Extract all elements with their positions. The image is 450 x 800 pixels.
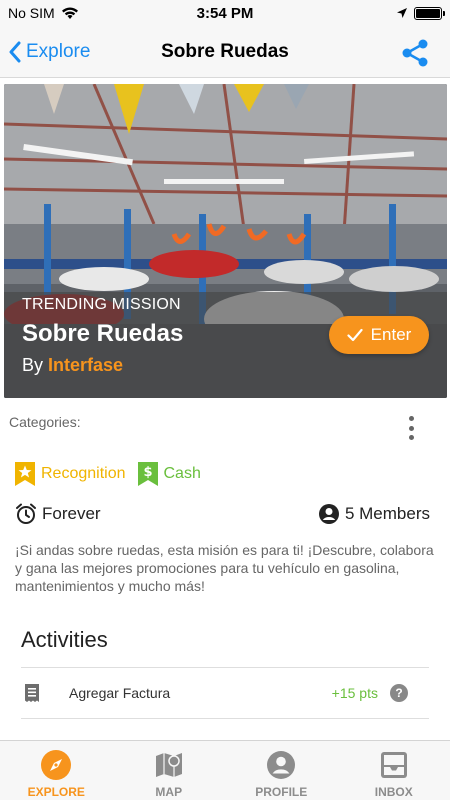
activity-points: +15 pts bbox=[331, 685, 378, 701]
members-info[interactable]: 5 Members bbox=[318, 503, 430, 525]
checkmark-icon bbox=[347, 328, 363, 342]
divider bbox=[21, 667, 429, 668]
more-options-button[interactable] bbox=[404, 414, 418, 442]
status-left: No SIM bbox=[8, 5, 79, 21]
status-right bbox=[396, 6, 445, 20]
tab-map-label: MAP bbox=[155, 785, 183, 799]
more-dot-icon bbox=[408, 416, 414, 421]
svg-text:$: $ bbox=[143, 465, 152, 480]
mission-kicker: TRENDING MISSION bbox=[22, 296, 181, 313]
members-label: 5 Members bbox=[344, 504, 430, 523]
category-tags: Recognition $ Cash bbox=[15, 462, 201, 486]
battery-icon bbox=[414, 6, 445, 20]
tab-explore-label: EXPLORE bbox=[27, 785, 85, 799]
divider bbox=[21, 718, 429, 719]
enter-label: Enter bbox=[370, 325, 412, 344]
star-badge-icon bbox=[15, 462, 35, 486]
profile-icon bbox=[265, 749, 297, 781]
mission-description: ¡Si andas sobre ruedas, esta misión es p… bbox=[15, 542, 434, 594]
inbox-icon bbox=[378, 749, 410, 781]
mission-hero[interactable]: TRENDING MISSION Sobre Ruedas By Interfa… bbox=[4, 84, 447, 398]
duration-label: Forever bbox=[42, 504, 101, 523]
mission-byline: By Interfase bbox=[22, 355, 123, 376]
tab-explore[interactable]: EXPLORE bbox=[0, 741, 113, 800]
back-button[interactable]: Explore bbox=[8, 26, 90, 78]
nav-bar: Explore Sobre Ruedas bbox=[0, 26, 450, 78]
activities-heading: Activities bbox=[21, 627, 108, 652]
dollar-badge-icon: $ bbox=[137, 462, 158, 486]
account-circle-icon bbox=[318, 504, 339, 524]
tag-recognition-label: Recognition bbox=[41, 465, 126, 482]
help-icon[interactable]: ? bbox=[390, 684, 408, 702]
receipt-icon bbox=[21, 683, 43, 703]
categories-label: Categories: bbox=[9, 414, 81, 430]
byline-prefix: By bbox=[22, 355, 44, 375]
status-bar: No SIM 3:54 PM bbox=[0, 0, 450, 26]
chevron-left-icon bbox=[9, 41, 21, 63]
tab-inbox-label: INBOX bbox=[374, 785, 413, 799]
carrier-label: No SIM bbox=[8, 5, 55, 21]
author-link[interactable]: Interfase bbox=[48, 355, 123, 375]
location-arrow-icon bbox=[397, 8, 407, 18]
mission-info-row: Forever 5 Members bbox=[15, 503, 430, 525]
back-label: Explore bbox=[26, 41, 91, 62]
tag-cash[interactable]: $ Cash bbox=[137, 462, 201, 486]
activity-item[interactable]: Agregar Factura +15 pts ? bbox=[21, 669, 429, 717]
more-dot-icon bbox=[408, 425, 414, 431]
mission-title: Sobre Ruedas bbox=[22, 320, 184, 347]
map-icon bbox=[153, 749, 185, 781]
wifi-icon bbox=[61, 7, 78, 19]
enter-button[interactable]: Enter bbox=[329, 316, 429, 354]
activity-label: Agregar Factura bbox=[69, 685, 171, 701]
tab-profile-label: PROFILE bbox=[255, 785, 308, 799]
page-title: Sobre Ruedas bbox=[161, 40, 289, 62]
compass-icon bbox=[40, 749, 72, 781]
tag-cash-label: Cash bbox=[163, 465, 201, 482]
tab-bar: EXPLORE MAP PROFILE INBOX bbox=[0, 740, 450, 800]
tab-inbox[interactable]: INBOX bbox=[338, 741, 450, 800]
tab-profile[interactable]: PROFILE bbox=[225, 741, 338, 800]
tag-recognition[interactable]: Recognition bbox=[15, 462, 126, 486]
share-icon[interactable] bbox=[400, 38, 430, 68]
tab-map[interactable]: MAP bbox=[113, 741, 226, 800]
duration-info: Forever bbox=[15, 503, 101, 525]
more-dot-icon bbox=[408, 435, 414, 440]
alarm-clock-icon bbox=[16, 503, 36, 524]
